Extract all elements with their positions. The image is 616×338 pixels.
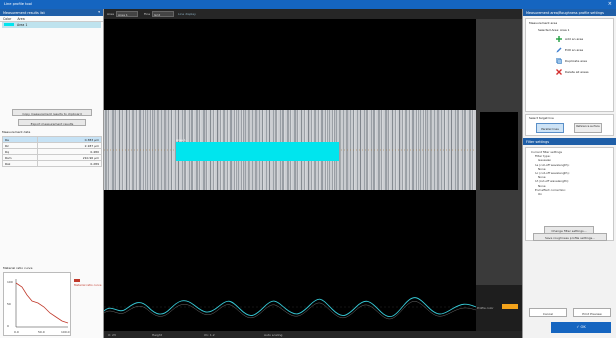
duplicate-icon — [556, 57, 562, 64]
graph-xtick: 50.0 — [38, 330, 45, 334]
pencil-icon — [556, 47, 562, 53]
measurement-area-section: Measurement area Selected Area: Area 1 A… — [525, 18, 614, 112]
table-row[interactable]: Rsk 0.289 — [2, 160, 103, 167]
column-color[interactable]: Color — [0, 16, 14, 21]
results-table: Ra 0.383 µm Rz 2.187 µm Rq 0.480 Rsm 210.96 … — [2, 136, 103, 167]
filter-settings-header: Filter settings — [523, 138, 616, 145]
raw-profile-line — [103, 301, 477, 320]
graph-legend-swatch — [74, 279, 80, 282]
export-results-button[interactable]: Export measurement results — [18, 119, 86, 126]
filter-settings-list: Current filter settings Filter type: Gau… — [526, 148, 613, 196]
edit-area-label: Edit an area — [565, 47, 584, 52]
ok-button[interactable]: ✓ OK — [551, 322, 611, 333]
status-item[interactable]: X: 23 — [108, 333, 116, 337]
copy-results-button[interactable]: Copy measurement results to clipboard — [12, 109, 92, 116]
pin-icon[interactable]: ▾ — [98, 10, 100, 14]
area-color-swatch — [4, 23, 14, 26]
close-icon[interactable]: × — [608, 1, 612, 7]
material-ratio-plot: 100 50 0 0.0 50.0 100.0 — [7, 279, 70, 334]
fine-label: Fine — [144, 12, 151, 16]
filter-settings-title: Filter settings — [526, 139, 549, 144]
edit-area-button[interactable]: Edit an area — [526, 44, 613, 55]
delete-icon — [556, 68, 562, 75]
window-title: Line profile tool — [4, 2, 32, 6]
add-area-label: Add an area — [565, 36, 584, 41]
graph-ytick: 50 — [7, 302, 11, 306]
plus-icon — [556, 35, 562, 42]
status-item[interactable]: X1: 1.2 — [204, 333, 215, 337]
settings-panel: Measurement area/Roughness profile setti… — [522, 9, 616, 338]
save-profile-settings-button[interactable]: Save roughness profile settings... — [533, 233, 607, 241]
delete-all-areas-label: Delete all areas — [565, 69, 589, 74]
status-bar: X: 23 Height X1: 1.2 Auto scaling — [104, 331, 522, 338]
settings-panel-title: Measurement area/Roughness profile setti… — [526, 10, 604, 15]
measurement-area-subheader: Measurement area — [529, 21, 558, 25]
results-panel: Measurement results list ▾ Color Area Ar… — [0, 9, 104, 338]
material-ratio-graph: 100 50 0 0.0 50.0 100.0 — [3, 272, 71, 336]
column-area[interactable]: Area — [14, 16, 27, 21]
graph-xtick: 0.0 — [14, 330, 19, 334]
duplicate-area-button[interactable]: Duplicate area — [526, 55, 613, 66]
status-item[interactable]: Height — [152, 333, 162, 337]
target-line-section: Select target line Parallel lines Refere… — [525, 114, 614, 136]
cancel-button[interactable]: Cancel — [529, 308, 567, 317]
results-title: Measurement data — [2, 130, 31, 134]
graph-legend-label: Material ratio curve — [74, 283, 102, 287]
settings-panel-header: Measurement area/Roughness profile setti… — [523, 9, 616, 16]
side-view-panel — [476, 19, 522, 285]
graph-ytick: 0 — [7, 324, 9, 328]
delete-all-areas-button[interactable]: Delete all areas — [526, 66, 613, 77]
results-row-label: Area 1 — [17, 23, 28, 27]
grid-select[interactable]: Grid — [152, 11, 174, 17]
results-panel-title: Measurement results list — [3, 10, 45, 15]
title-bar: Line profile tool × — [0, 0, 616, 9]
graph-xtick: 100.0 — [61, 330, 70, 334]
side-profile-view — [480, 112, 518, 190]
print-preview-button[interactable]: Print Preview — [573, 308, 611, 317]
measurement-area-label: Area 1 — [176, 138, 186, 142]
ok-button-label: OK — [580, 325, 586, 329]
filter-setting-line: On — [538, 192, 543, 197]
profile-color-label: Profile color — [477, 306, 494, 310]
material-ratio-curve — [15, 282, 69, 324]
parallel-lines-button[interactable]: Parallel lines — [536, 123, 564, 133]
target-line-label: Select target line — [529, 116, 554, 120]
area-label: Area — [107, 12, 114, 16]
profile-color-swatch[interactable] — [502, 304, 518, 309]
results-row[interactable]: Area 1 — [2, 22, 101, 28]
line-display-toggle[interactable]: Line display — [178, 12, 196, 16]
duplicate-area-label: Duplicate area — [565, 58, 587, 63]
add-area-button[interactable]: Add an area — [526, 33, 613, 44]
results-panel-header: Measurement results list ▾ — [0, 9, 103, 16]
graph-title: Material ratio curve — [3, 266, 33, 270]
filter-settings-section: Current filter settings Filter type: Gau… — [525, 147, 614, 241]
area-select[interactable]: Area 1 — [116, 11, 138, 17]
status-item[interactable]: Auto scaling — [264, 333, 282, 337]
graph-ytick: 100 — [7, 280, 13, 284]
profile-plot — [103, 297, 477, 320]
measurement-area-rectangle[interactable] — [176, 142, 339, 161]
profile-waveform[interactable] — [103, 285, 477, 331]
reference-surface-button[interactable]: Reference surface — [574, 123, 602, 133]
view-toolbar: Area Area 1 Fine Grid Line display — [104, 9, 522, 19]
